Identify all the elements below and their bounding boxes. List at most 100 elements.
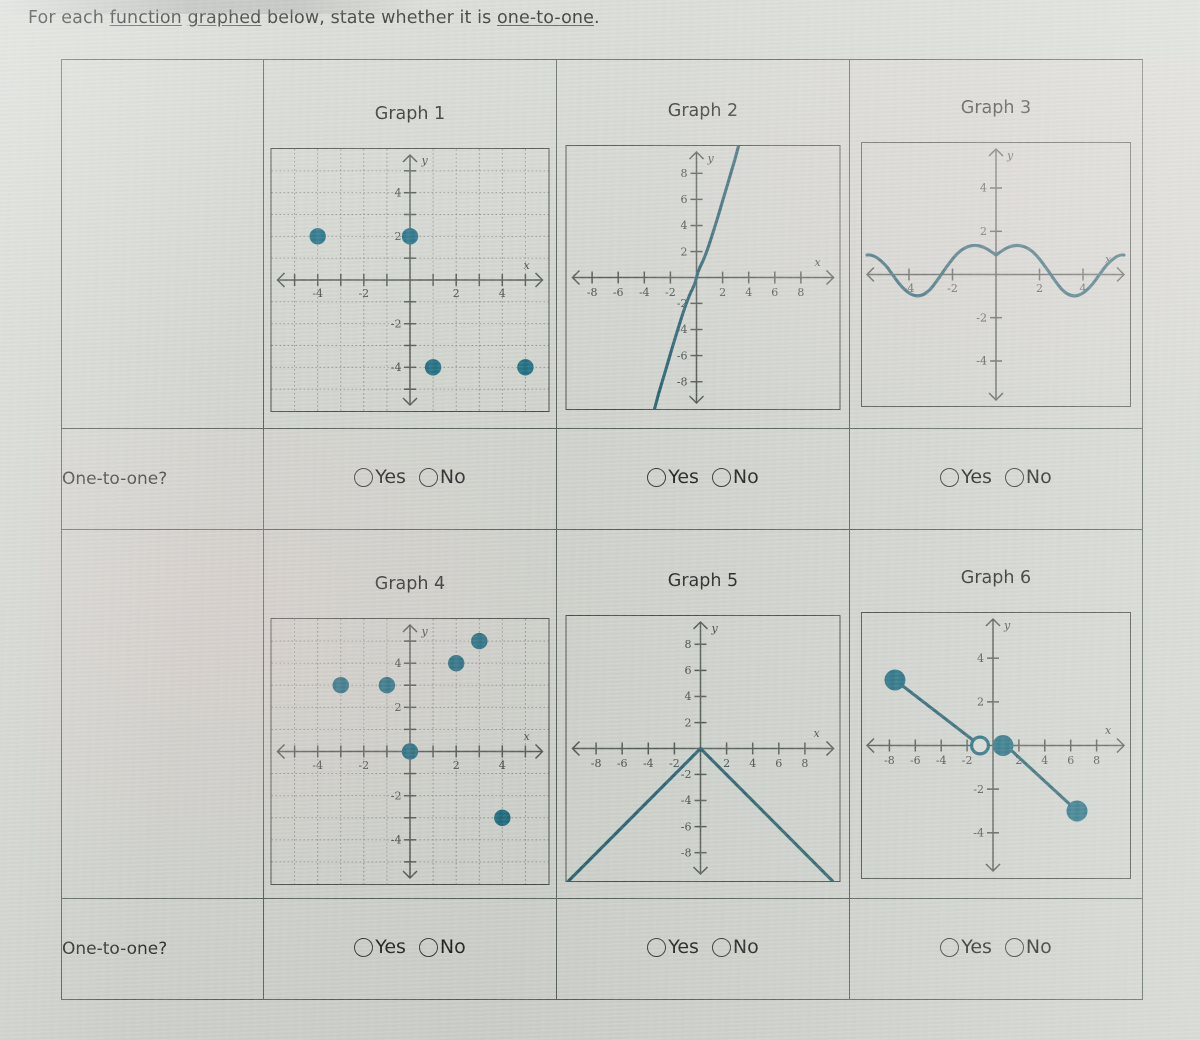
- radio-circle-icon[interactable]: [647, 467, 667, 487]
- radio-option-yes-graph-5[interactable]: Yes: [647, 935, 699, 958]
- radio-group-graph-2: Yes No: [647, 465, 759, 488]
- ytick-label: 4: [685, 690, 692, 703]
- radio-circle-icon[interactable]: [418, 937, 438, 957]
- radio-label-no: No: [1025, 935, 1052, 958]
- radio-option-yes-graph-4[interactable]: Yes: [354, 937, 406, 957]
- graph-title-6: Graph 6: [960, 568, 1032, 588]
- xtick-label: 4: [499, 759, 506, 772]
- ytick-label: 4: [395, 657, 402, 670]
- radio-circle-icon[interactable]: [354, 937, 374, 957]
- radio-option-yes-graph-3[interactable]: Yes: [940, 467, 992, 487]
- radio-group-graph-4: Yes No: [354, 937, 466, 957]
- radio-circle-icon[interactable]: [711, 467, 731, 487]
- radio-circle-icon[interactable]: [1004, 467, 1024, 487]
- ytick-label: 4: [977, 652, 984, 665]
- ytick-label: -4: [391, 361, 402, 374]
- ytick-label: 2: [685, 716, 692, 729]
- graph-cell-5: Graph 5 -8 -6 -4 -2 2 4 6 8 8 6 4 2 -2 -…: [556, 529, 850, 899]
- xtick-label: -4: [639, 286, 650, 299]
- plot-graph-3: -4 -2 2 4 4 2 -2 -4 y x: [861, 142, 1131, 407]
- radio-group-graph-5: Yes No: [647, 935, 759, 958]
- x-axis-label: x: [524, 259, 531, 272]
- plot-graph-2: -8 -6 -4 -2 2 4 6 8 8 6 4 2 -2 -4 -6 -8: [565, 145, 841, 410]
- xtick-label: -8: [884, 754, 895, 767]
- radio-group-graph-3: Yes No: [940, 467, 1052, 487]
- xtick-label: -6: [910, 754, 921, 767]
- radio-circle-icon[interactable]: [940, 937, 960, 957]
- axes-2: [571, 150, 835, 405]
- ytick-label: 2: [395, 230, 402, 243]
- radio-label-no: No: [732, 935, 759, 958]
- ytick-label: -4: [681, 794, 692, 807]
- xtick-label: 4: [749, 757, 756, 770]
- xtick-label: 8: [801, 757, 808, 770]
- radio-group-graph-6: Yes No: [940, 935, 1052, 958]
- ytick-label: -8: [681, 846, 692, 859]
- graph-title-2: Graph 2: [667, 101, 739, 121]
- y-axis-label: y: [1006, 149, 1014, 162]
- xtick-label: -2: [669, 757, 680, 770]
- ytick-label: -2: [391, 790, 402, 803]
- prompt-link-one-to-one[interactable]: one-to-one: [497, 8, 594, 28]
- xtick-label: 4: [745, 286, 752, 299]
- radio-circle-icon[interactable]: [418, 467, 438, 487]
- radio-circle-icon[interactable]: [711, 937, 731, 957]
- graph-cell-3: Graph 3 -4 -2 2 4 4 2 -2 -4 y x: [849, 59, 1143, 429]
- answer-cell-2: Yes No: [556, 428, 850, 530]
- ytick-label: -4: [976, 355, 987, 368]
- radio-label-no: No: [732, 465, 759, 488]
- ytick-label: -2: [681, 768, 692, 781]
- ytick-label: -2: [973, 783, 984, 796]
- ytick-label: 2: [395, 701, 402, 714]
- xtick-label: 4: [499, 287, 506, 300]
- plot-graph-4: -4 -2 2 4 4 2 -2 -4 y x: [270, 618, 550, 885]
- ytick-label: 2: [980, 225, 987, 238]
- radio-option-no-graph-4[interactable]: No: [418, 937, 466, 957]
- prompt-link-function[interactable]: function: [110, 8, 182, 28]
- plot-graph-1: -4 -2 2 4 4 2 -2 -4 y x: [270, 148, 550, 412]
- y-axis-label: y: [1003, 619, 1011, 632]
- radio-option-no-graph-2[interactable]: No: [711, 465, 759, 488]
- radio-group-graph-1: Yes No: [354, 467, 466, 487]
- graph-title-5: Graph 5: [667, 571, 739, 591]
- prompt-link-graphed[interactable]: graphed: [188, 8, 262, 28]
- radio-option-no-graph-6[interactable]: No: [1004, 935, 1052, 958]
- y-axis-label: y: [421, 154, 429, 167]
- radio-label-yes: Yes: [668, 935, 699, 958]
- radio-circle-icon[interactable]: [354, 467, 374, 487]
- ytick-label: 4: [395, 187, 402, 200]
- radio-option-yes-graph-1[interactable]: Yes: [354, 467, 406, 487]
- radio-circle-icon[interactable]: [940, 467, 960, 487]
- question-label-top: One-to-one?: [61, 428, 264, 530]
- radio-circle-icon[interactable]: [1004, 937, 1024, 957]
- page-title: For each function graphed below, state w…: [28, 8, 600, 28]
- xtick-label: 8: [1093, 754, 1100, 767]
- radio-option-no-graph-5[interactable]: No: [711, 935, 759, 958]
- graph-cell-4: Graph 4 -4 -2 2 4 4 2 -2 -4 y x: [263, 529, 557, 899]
- xtick-label: -2: [962, 754, 973, 767]
- graph-row-bottom: Graph 4 -4 -2 2 4 4 2 -2 -4 y x Graph 5 …: [61, 529, 1143, 899]
- radio-circle-icon[interactable]: [647, 937, 667, 957]
- answer-cell-4: Yes No: [263, 898, 557, 1000]
- closed-endpoint-marker: [992, 735, 1014, 756]
- xtick-label: 2: [723, 757, 730, 770]
- empty-corner-cell: [61, 59, 264, 429]
- answer-row-top: One-to-one? Yes No Yes No Yes No: [61, 428, 1143, 530]
- answer-cell-3: Yes No: [849, 428, 1143, 530]
- radio-option-no-graph-3[interactable]: No: [1004, 467, 1052, 487]
- xtick-label: -6: [613, 286, 624, 299]
- ytick-label: 8: [681, 167, 688, 180]
- xtick-label: 2: [453, 759, 460, 772]
- closed-endpoint-marker: [884, 669, 906, 691]
- radio-option-no-graph-1[interactable]: No: [418, 467, 466, 487]
- prompt-text-4: .: [593, 8, 600, 28]
- answer-cell-6: Yes No: [849, 898, 1143, 1000]
- radio-option-yes-graph-2[interactable]: Yes: [647, 467, 699, 487]
- radio-option-yes-graph-6[interactable]: Yes: [940, 937, 992, 957]
- axes-1: [276, 153, 544, 407]
- xtick-label: -8: [587, 286, 598, 299]
- ytick-label: 2: [681, 245, 688, 258]
- ytick-label: -6: [677, 349, 688, 362]
- closed-endpoint-marker: [1066, 800, 1088, 822]
- xtick-label: -4: [312, 287, 323, 300]
